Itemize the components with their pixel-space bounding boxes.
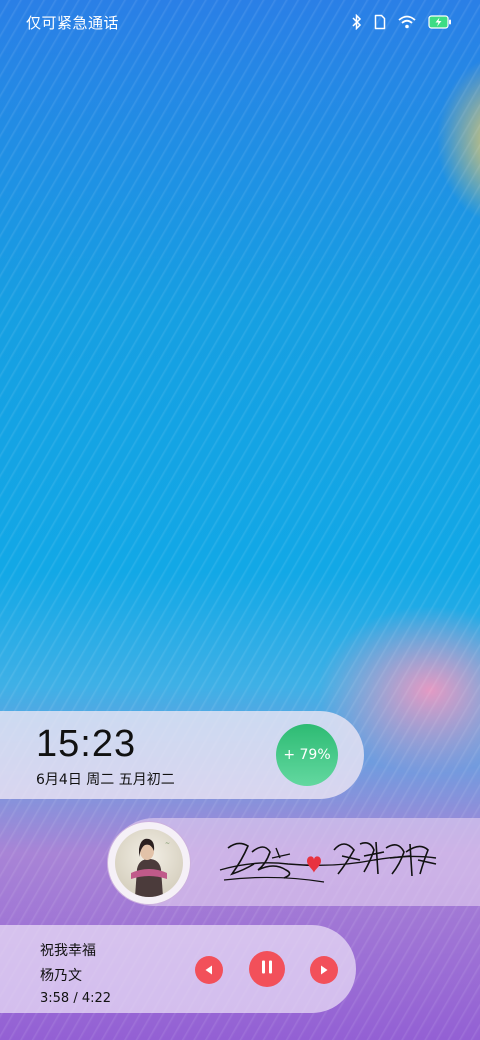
- previous-icon: [203, 961, 215, 980]
- status-bar: 仅可紧急通话: [0, 0, 480, 44]
- previous-button[interactable]: [195, 956, 223, 984]
- pause-button[interactable]: [249, 951, 285, 987]
- battery-charging-icon: [428, 15, 452, 29]
- carrier-status-text: 仅可紧急通话: [26, 14, 120, 32]
- song-title: 祝我幸福: [40, 943, 96, 959]
- battery-level-badge: + 79%: [276, 724, 338, 786]
- signature-icon: [214, 830, 444, 896]
- svg-text:~: ~: [165, 840, 170, 847]
- wifi-icon: [398, 15, 416, 29]
- next-button[interactable]: [310, 956, 338, 984]
- battery-level-label: + 79%: [283, 747, 331, 763]
- album-cover-icon[interactable]: ~: [115, 829, 183, 897]
- pause-icon: [260, 959, 274, 979]
- next-icon: [318, 961, 330, 980]
- song-artist: 杨乃文: [40, 968, 82, 984]
- clock-time: 15:23: [36, 723, 137, 765]
- status-icons: [352, 12, 452, 32]
- bluetooth-icon: [352, 14, 362, 30]
- clock-date: 6月4日 周二 五月初二: [36, 772, 175, 788]
- clock-widget[interactable]: 15:23 6月4日 周二 五月初二 + 79%: [0, 711, 364, 799]
- sim-icon: [374, 14, 386, 30]
- song-progress: 3:58 / 4:22: [40, 991, 112, 1006]
